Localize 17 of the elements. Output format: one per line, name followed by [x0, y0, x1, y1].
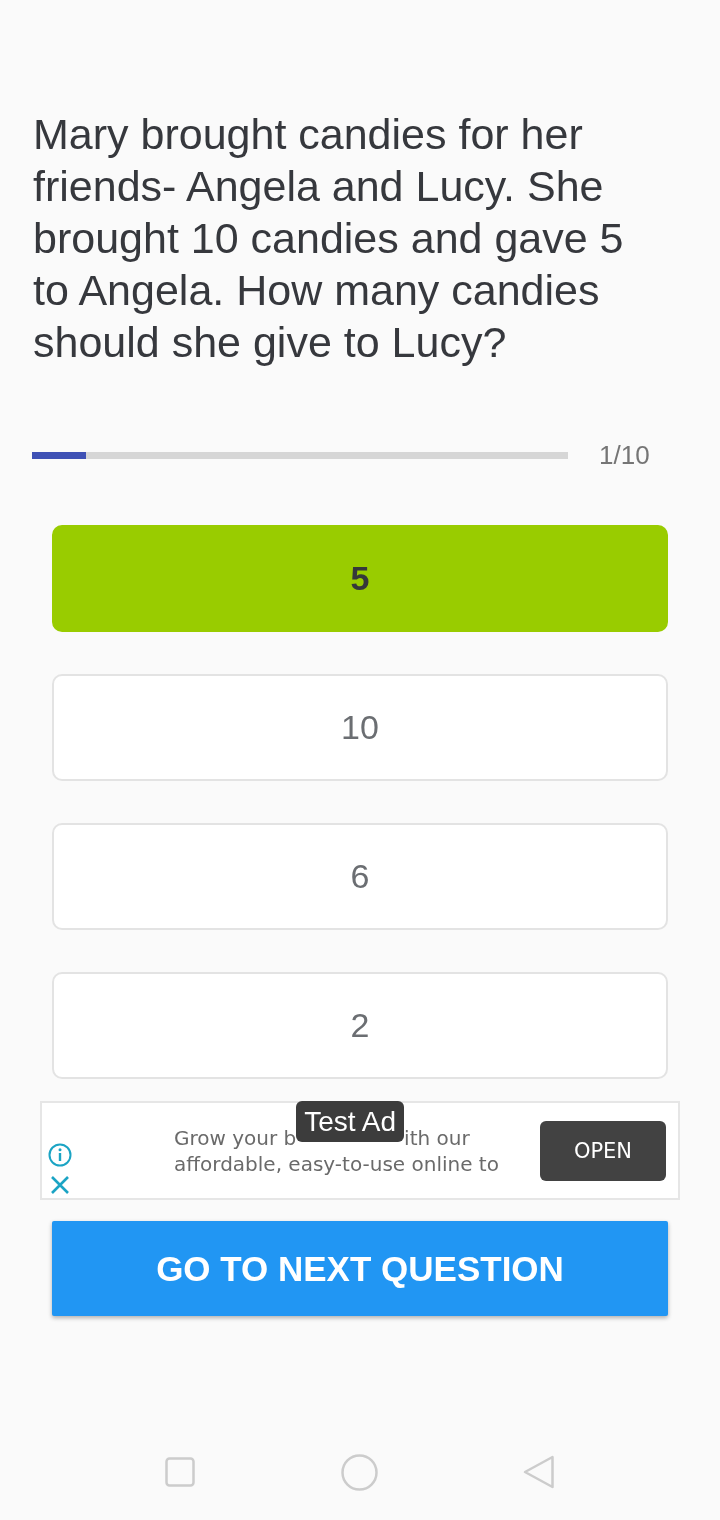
answer-option[interactable]: 5: [52, 525, 668, 632]
ad-text: Grow your b: [174, 1124, 297, 1151]
ad-text: affordable, easy-to-use online to: [174, 1150, 499, 1177]
next-question-button[interactable]: GO TO NEXT QUESTION: [52, 1221, 668, 1316]
question-counter: 1/10: [599, 439, 650, 471]
answer-option[interactable]: 2: [52, 972, 668, 1079]
question-text: Mary brought candies for her friends- Angela and Lucy. She brought 10 candies and gave 5 to Angela. How many candies should she give to Lucy?: [33, 109, 625, 368]
ad-text: ith our: [404, 1124, 470, 1151]
info-icon[interactable]: [48, 1143, 72, 1167]
square-icon[interactable]: [165, 1457, 195, 1487]
open-button[interactable]: OPEN: [540, 1120, 666, 1181]
answer-option[interactable]: 6: [52, 823, 668, 930]
circle-icon[interactable]: [340, 1453, 378, 1491]
answer-option[interactable]: 10: [52, 674, 668, 781]
triangle-icon[interactable]: [523, 1455, 555, 1489]
test-ad-badge: Test Ad: [296, 1100, 405, 1142]
close-icon[interactable]: [50, 1175, 70, 1195]
